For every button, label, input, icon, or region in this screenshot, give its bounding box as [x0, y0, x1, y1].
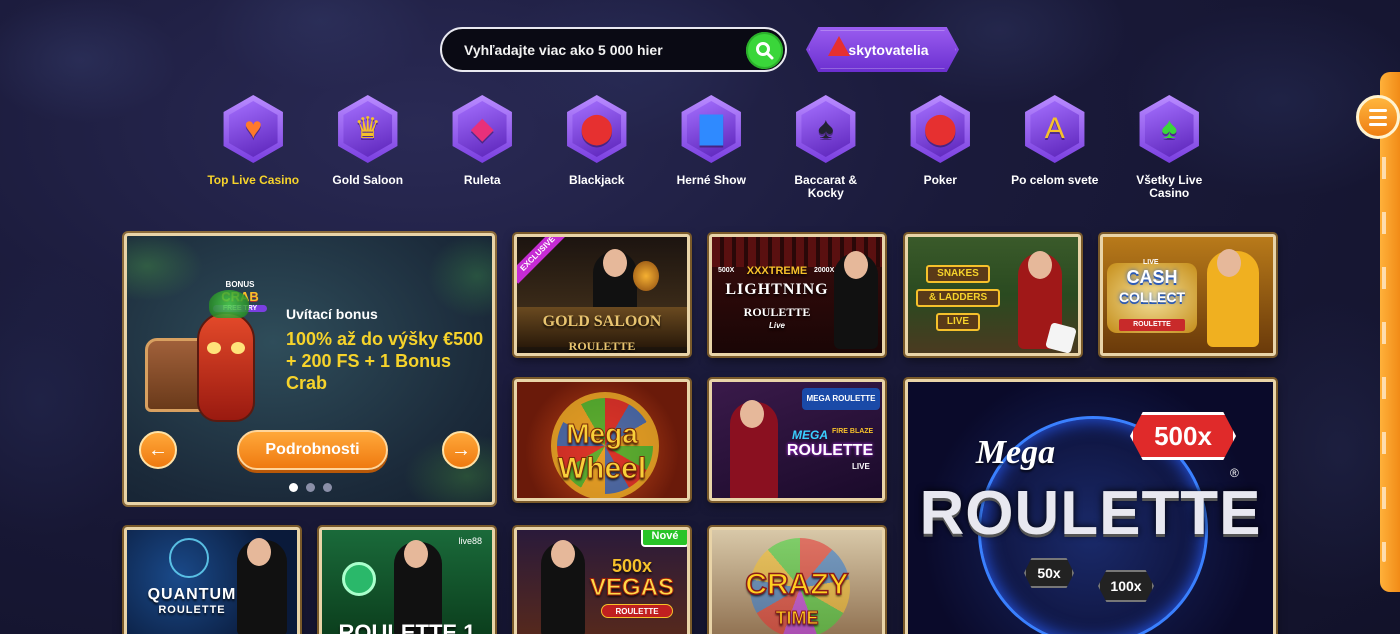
club-icon: ♠ [1139, 95, 1199, 163]
dealer-image [1207, 249, 1259, 347]
category-po-celom-svete[interactable]: A Po celom svete [998, 95, 1113, 200]
category-label: Top Live Casino [207, 173, 300, 187]
category-label: Baccarat & Kocky [794, 173, 858, 200]
side-drawer-tab[interactable] [1380, 72, 1400, 592]
promo-headline: 100% až do výšky €500 + 200 FS + 1 Bonus… [286, 329, 484, 393]
category-ruleta[interactable]: ◆ Ruleta [425, 95, 540, 200]
game-tile-gold-saloon-roulette[interactable]: EXCLUSIVE GOLD SALOON ROULETTE [514, 234, 690, 356]
category-label: Po celom svete [1011, 173, 1099, 187]
arrow-left-icon: ← [148, 438, 168, 461]
atom-icon [169, 538, 209, 578]
category-label: Všetky Live Casino [1136, 173, 1203, 200]
game-tile-roulette-1[interactable]: live88 ROULETTE 1 [319, 527, 495, 634]
category-label: Herné Show [676, 173, 746, 187]
poker-chip-icon: ⬤ [910, 95, 970, 163]
new-badge: Nové [641, 530, 687, 547]
category-blackjack[interactable]: ⬤ Blackjack [540, 95, 655, 200]
poker-chip-icon: ⬤ [567, 95, 627, 163]
game-tile-quantum-roulette[interactable]: QUANTUM ROULETTE [124, 527, 300, 634]
game-tile-vegas-roulette[interactable]: Nové 500x VEGAS ROULETTE [514, 527, 690, 634]
hamburger-icon [1369, 108, 1387, 112]
category-gold-saloon[interactable]: ♛ Gold Saloon [311, 95, 426, 200]
game-tile-crazy-time[interactable]: CRAZY TIME [709, 527, 885, 634]
menu-button[interactable] [1356, 95, 1400, 139]
game-tile-mega-roulette[interactable]: Mega ROULETTE ® 500x 50x 100x [905, 379, 1276, 634]
providers-label: skytovatelia [848, 41, 929, 58]
providers-icon [828, 36, 850, 56]
category-label: Ruleta [463, 173, 501, 187]
game-tile-mega-fire-blaze-roulette[interactable]: MEGA ROULETTE MEGA FIRE BLAZE ROULETTE L… [709, 379, 885, 501]
game-tile-mega-wheel[interactable]: Mega Wheel [514, 379, 690, 501]
dice-icon [1045, 322, 1077, 353]
game-tile-snakes-ladders-live[interactable]: SNAKES & LADDERS LIVE [905, 234, 1081, 356]
crown-icon: ♛ [338, 95, 398, 163]
promo-prev-button[interactable]: ← [139, 431, 177, 469]
top-hat-icon: ▇ [681, 95, 741, 163]
search-button[interactable] [746, 32, 783, 69]
category-top-live-casino[interactable]: ♥ Top Live Casino [196, 95, 311, 200]
game-tile-xxxtreme-lightning-roulette[interactable]: XXXTREME 500X 2000X LIGHTNING ROULETTE L… [709, 234, 885, 356]
diamond-icon: ◆ [452, 95, 512, 163]
search-input[interactable] [464, 41, 734, 58]
category-label: Gold Saloon [332, 173, 404, 187]
promo-subtitle: Uvítací bonus [286, 306, 378, 322]
arrow-right-icon: → [451, 438, 471, 461]
category-label: Poker [923, 173, 957, 187]
bonus-crab-image: BONUS CRAB FREE TRY [139, 276, 269, 422]
search-bar[interactable] [440, 27, 787, 72]
game-tile-cash-collect-roulette[interactable]: LIVE CASH COLLECT ROULETTE [1100, 234, 1276, 356]
search-icon [755, 41, 773, 59]
providers-button[interactable]: skytovatelia [806, 27, 959, 72]
chip-icon [342, 562, 376, 596]
category-label: Blackjack [569, 173, 625, 187]
category-baccarat-kocky[interactable]: ♠ Baccarat & Kocky [769, 95, 884, 200]
promo-pagination [289, 483, 332, 492]
category-poker[interactable]: ⬤ Poker [883, 95, 998, 200]
pagination-dot[interactable] [323, 483, 332, 492]
spade-card-icon: ♠ [796, 95, 856, 163]
promo-next-button[interactable]: → [442, 431, 480, 469]
dealer-image [730, 400, 778, 498]
category-herné-show[interactable]: ▇ Herné Show [654, 95, 769, 200]
promo-banner: BONUS CRAB FREE TRY Uvítací bonus 100% a… [124, 233, 495, 505]
exclusive-badge: EXCLUSIVE [517, 237, 568, 284]
language-icon: A [1025, 95, 1085, 163]
category-nav: ♥ Top Live Casino ♛ Gold Saloon ◆ Ruleta ⬤ Blac… [196, 95, 1227, 200]
heart-icon: ♥ [223, 95, 283, 163]
pagination-dot[interactable] [289, 483, 298, 492]
promo-details-button[interactable]: Podrobnosti [237, 430, 388, 470]
pagination-dot[interactable] [306, 483, 315, 492]
category-všetky-live-casino[interactable]: ♠ Všetky Live Casino [1112, 95, 1227, 200]
